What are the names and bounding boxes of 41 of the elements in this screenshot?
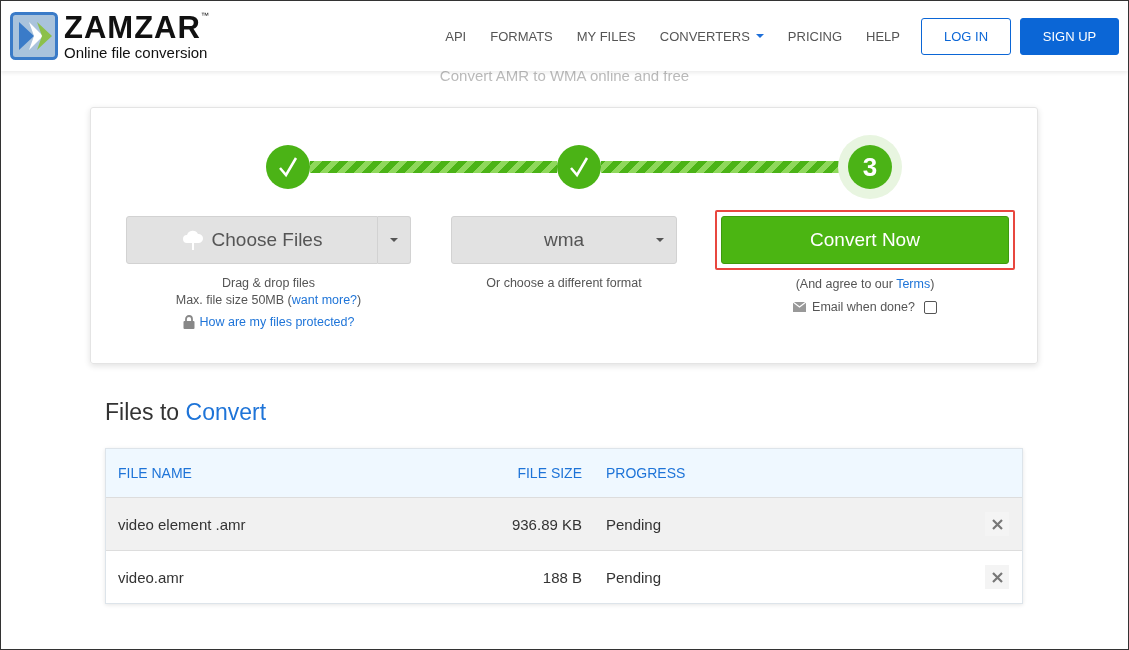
- terms-note: (And agree to our Terms): [795, 277, 935, 291]
- nav-link[interactable]: API: [433, 28, 479, 44]
- close-icon: [991, 518, 1003, 530]
- envelope-icon: [793, 302, 807, 312]
- column-header: PROGRESS: [606, 465, 687, 481]
- format-hint: Or choose a different format: [486, 276, 642, 290]
- page-subtitle: Convert AMR to WMA online and free: [438, 67, 691, 86]
- trademark: ™: [200, 11, 209, 20]
- file-size-cell-text: 188 B: [541, 568, 582, 586]
- signup-button[interactable]: SIGN UP: [1020, 17, 1119, 55]
- nav-link[interactable]: MY FILES: [564, 28, 648, 44]
- lock-icon: [182, 315, 195, 329]
- nav-link[interactable]: CONVERTERS: [647, 28, 776, 44]
- brand-name: ZAMZAR: [64, 10, 201, 45]
- email-checkbox[interactable]: [923, 300, 937, 314]
- drag-drop-hint: Drag & drop files: [221, 276, 316, 290]
- terms-link[interactable]: Terms: [896, 277, 931, 291]
- column-header: FILE NAME: [117, 465, 193, 481]
- progress-cell-text: Pending: [606, 515, 663, 533]
- logo-icon: [10, 12, 58, 60]
- login-button[interactable]: LOG IN: [921, 17, 1011, 55]
- file-size-limit: Max. file size 50MB (want more?): [175, 293, 362, 307]
- protection-link[interactable]: How are my files protected?: [199, 315, 355, 329]
- email-label: Email when done?: [812, 300, 915, 314]
- close-icon: [991, 571, 1003, 583]
- progress-cell-text: Pending: [606, 568, 663, 586]
- choose-files-button[interactable]: Choose Files: [126, 216, 378, 264]
- remove-button[interactable]: [985, 565, 1009, 589]
- nav-link[interactable]: FORMATS: [478, 28, 565, 44]
- file-name-cell-text: video element .amr: [117, 515, 247, 533]
- file-name-cell-text: video.amr: [117, 568, 185, 586]
- format-select[interactable]: wma: [451, 216, 677, 264]
- nav-link[interactable]: PRICING: [775, 28, 855, 44]
- section-title: Files to: [105, 399, 180, 425]
- tagline: Online file conversion: [64, 45, 209, 60]
- file-size-cell-text: 936.89 KB: [510, 515, 582, 533]
- cloud-upload-icon: [181, 230, 204, 250]
- section-title-accent: Convert: [185, 399, 267, 425]
- column-header: FILE SIZE: [516, 465, 582, 481]
- nav-link[interactable]: HELP: [854, 28, 912, 44]
- want-more-link[interactable]: want more?: [291, 293, 358, 307]
